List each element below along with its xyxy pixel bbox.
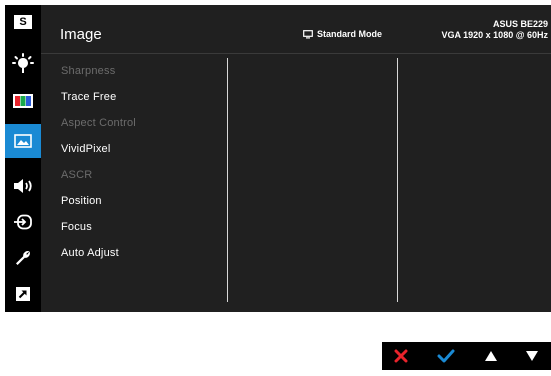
- sidebar: S: [5, 5, 41, 312]
- navigation-bar: [382, 342, 551, 370]
- sidebar-item-shortcut[interactable]: [5, 277, 41, 311]
- system-setup-icon: [16, 251, 30, 265]
- menu-item-ascr: ASCR: [61, 169, 93, 181]
- input-select-icon: [14, 214, 32, 230]
- column-divider: [227, 58, 228, 302]
- menu-item-auto-adjust[interactable]: Auto Adjust: [61, 247, 119, 259]
- page-title: Image: [60, 26, 102, 43]
- up-button[interactable]: [474, 342, 508, 370]
- sidebar-item-system-setup[interactable]: [5, 241, 41, 275]
- sidebar-item-sound[interactable]: [5, 169, 41, 203]
- sidebar-item-input-select[interactable]: [5, 205, 41, 239]
- model-name: ASUS BE229: [492, 19, 548, 29]
- monitor-icon: [303, 29, 313, 38]
- splendid-icon: S: [14, 15, 32, 29]
- menu-item-trace-free[interactable]: Trace Free: [61, 91, 116, 103]
- blue-light-filter-icon: [12, 53, 34, 73]
- model-info: ASUS BE229 VGA 1920 x 1080 @ 60Hz: [441, 19, 548, 41]
- sound-icon: [14, 179, 32, 193]
- down-arrow-icon: [526, 351, 538, 361]
- header: Image Standard Mode ASUS BE229 VGA 1920 …: [41, 5, 551, 54]
- up-arrow-icon: [485, 351, 497, 361]
- sidebar-item-blue-light-filter[interactable]: [5, 47, 41, 81]
- image-icon: [14, 134, 32, 148]
- sidebar-item-splendid[interactable]: S: [5, 5, 41, 39]
- mode-label: Standard Mode: [317, 29, 383, 39]
- close-icon: [394, 349, 408, 363]
- splendid-icon-label: S: [19, 16, 27, 28]
- osd-menu: S Image Standard Mode ASUS BE229 VGA 192…: [5, 5, 551, 312]
- sidebar-item-color[interactable]: [5, 84, 41, 118]
- menu-item-vividpixel[interactable]: VividPixel: [61, 143, 111, 155]
- column-divider: [397, 58, 398, 302]
- menu-item-focus[interactable]: Focus: [61, 221, 92, 233]
- close-button[interactable]: [384, 342, 418, 370]
- menu-item-aspect-control: Aspect Control: [61, 117, 136, 129]
- signal-info: VGA 1920 x 1080 @ 60Hz: [441, 30, 548, 40]
- shortcut-icon: [16, 287, 30, 301]
- confirm-button[interactable]: [429, 342, 463, 370]
- menu-item-position[interactable]: Position: [61, 195, 102, 207]
- down-button[interactable]: [515, 342, 549, 370]
- menu-item-sharpness: Sharpness: [61, 65, 116, 77]
- check-icon: [437, 349, 455, 363]
- sidebar-item-image[interactable]: [5, 124, 41, 158]
- mode-indicator: Standard Mode: [303, 29, 382, 39]
- color-icon: [13, 94, 33, 108]
